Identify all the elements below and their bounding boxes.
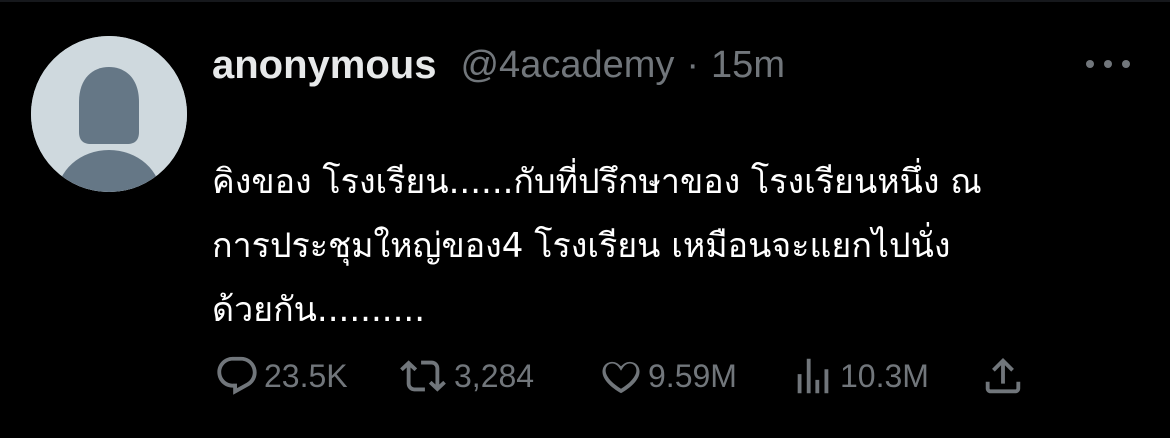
like-count: 9.59M (648, 357, 737, 394)
avatar[interactable] (31, 36, 187, 192)
share-button[interactable] (980, 352, 1026, 400)
like-button[interactable]: 9.59M (598, 352, 737, 400)
reply-count: 23.5K (264, 357, 348, 394)
retweet-button[interactable]: 3,284 (400, 352, 534, 400)
more-dot (1122, 60, 1130, 68)
separator-dot: · (686, 43, 700, 86)
views-count: 10.3M (840, 357, 929, 394)
tweet-header: anonymous @4academy · 15m (212, 38, 785, 92)
share-upload-icon (985, 357, 1021, 394)
heart-icon (602, 361, 640, 394)
top-divider (0, 0, 1170, 2)
reply-button[interactable]: 23.5K (214, 352, 348, 400)
views-button[interactable]: 10.3M (790, 352, 929, 400)
tweet-text-line: การประชุมใหญ่ของ4 โรงเรียน เหมือนจะแยกไป… (212, 226, 951, 266)
timestamp[interactable]: 15m (711, 44, 785, 87)
retweet-count: 3,284 (454, 357, 535, 394)
more-dot (1086, 60, 1094, 68)
reply-bubble-icon (217, 356, 257, 395)
tweet-text: คิงของ โรงเรียน......กับที่ปรึกษาของ โรง… (212, 150, 1112, 342)
bar-chart-icon (797, 358, 829, 394)
more-dots-icon[interactable] (1086, 52, 1130, 76)
tweet-text-line: ด้วยกัน.......... (212, 290, 425, 330)
tweet-actions: 23.5K 3,284 9.59M 10.3M (214, 352, 1044, 400)
retweet-icon (400, 360, 446, 392)
tweet-text-line: คิงของ โรงเรียน......กับที่ปรึกษาของ โรง… (212, 162, 982, 202)
user-handle[interactable]: @4academy (460, 44, 674, 87)
display-name[interactable]: anonymous (212, 43, 436, 88)
more-dot (1104, 60, 1112, 68)
default-profile-icon (31, 36, 187, 192)
